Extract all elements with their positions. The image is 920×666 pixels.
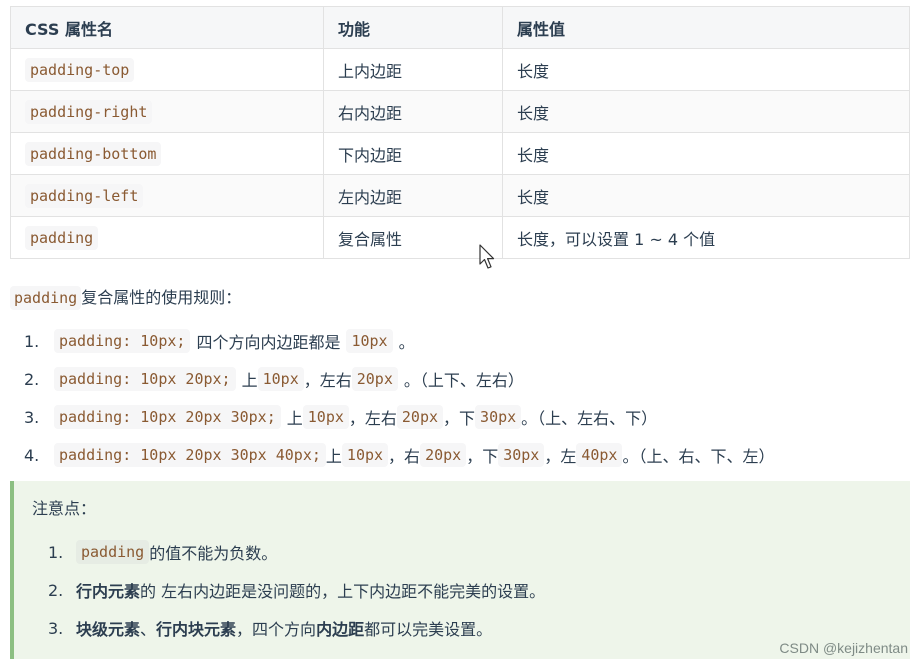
table-row: padding-left 左内边距 长度	[10, 174, 910, 217]
tip-text: 都可以完美设置。	[364, 620, 493, 639]
list-number: 2.	[48, 580, 64, 600]
value-code: 40px	[576, 443, 623, 467]
rule-code: padding: 10px 20px;	[54, 367, 236, 391]
rule-code: padding: 10px 20px 30px 40px;	[54, 443, 326, 467]
tip-box: 注意点： 1. padding 的值不能为负数。 2. 行内元素 的 左右内边距…	[10, 481, 910, 659]
value-code: 10px	[257, 367, 304, 391]
header-property-value: 属性值	[502, 6, 910, 49]
cell-function: 下内边距	[323, 132, 503, 175]
list-number: 2.	[24, 369, 40, 389]
tip-code: padding	[76, 540, 150, 564]
table-header-row: CSS 属性名 功能 属性值	[10, 6, 910, 49]
property-code: padding-right	[25, 100, 153, 124]
cell-value: 长度	[502, 48, 910, 91]
header-function: 功能	[323, 6, 503, 49]
list-number: 3.	[24, 407, 40, 427]
cell-function: 左内边距	[323, 174, 503, 217]
cell-value: 长度，可以设置 1 ~ 4 个值	[502, 216, 910, 259]
value-code: 20px	[396, 405, 444, 429]
table-row: padding-top 上内边距 长度	[10, 48, 910, 91]
table-row: padding 复合属性 长度，可以设置 1 ~ 4 个值	[10, 216, 910, 259]
intro-code: padding	[10, 286, 82, 310]
property-code: padding	[25, 226, 99, 250]
cell-value: 长度	[502, 90, 910, 133]
cell-value: 长度	[502, 132, 910, 175]
rule-text: ，左右	[303, 371, 352, 390]
rule-code: padding: 10px;	[54, 329, 191, 353]
property-code: padding-top	[25, 58, 135, 82]
rule-text: 上	[325, 447, 342, 466]
cell-property: padding-top	[10, 48, 324, 91]
cell-property: padding-right	[10, 90, 324, 133]
tip-bold: 块级元素	[76, 620, 141, 639]
value-code: 10px	[341, 443, 389, 467]
list-number: 1.	[48, 542, 64, 562]
list-item: 1. padding 的值不能为负数。	[48, 533, 545, 571]
property-code: padding-bottom	[25, 142, 162, 166]
value-code: 10px	[302, 405, 349, 429]
rule-text: ，下	[466, 447, 499, 466]
cell-function: 复合属性	[323, 216, 503, 259]
rule-text: 。	[398, 333, 415, 352]
tip-text: 的值不能为负数。	[149, 544, 278, 563]
tip-text: 的 左右内边距是没问题的，上下内边距不能完美的设置。	[140, 582, 546, 601]
property-code: padding-left	[25, 184, 144, 208]
list-number: 4.	[24, 445, 40, 465]
list-item: 1. padding: 10px; 四个方向内边距都是 10px 。	[24, 322, 774, 360]
table-row: padding-bottom 下内边距 长度	[10, 132, 910, 175]
css-properties-table: CSS 属性名 功能 属性值 padding-top 上内边距 长度 paddi…	[10, 6, 910, 259]
tip-bold: 行内元素	[76, 582, 141, 601]
tip-bold: 内边距	[316, 620, 365, 639]
rule-text: ，左	[544, 447, 577, 466]
header-property-name: CSS 属性名	[10, 6, 324, 49]
list-number: 3.	[48, 618, 64, 638]
cell-property: padding	[10, 216, 324, 259]
value-code: 30px	[475, 405, 522, 429]
rule-text: ，右	[388, 447, 421, 466]
mouse-cursor-icon	[479, 244, 495, 269]
list-number: 1.	[24, 331, 40, 351]
watermark: CSDN @kejizhentan	[779, 640, 908, 656]
list-item: 2. padding: 10px 20px; 上 10px ，左右 20px 。…	[24, 360, 774, 398]
cell-function: 右内边距	[323, 90, 503, 133]
padding-rules-list: 1. padding: 10px; 四个方向内边距都是 10px 。 2. pa…	[24, 322, 774, 474]
cell-value: 长度	[502, 174, 910, 217]
cell-function: 上内边距	[323, 48, 503, 91]
tip-text: ，四个方向	[236, 620, 317, 639]
rule-text: ，下	[443, 409, 476, 428]
rule-text: 。（上、左右、下）	[521, 409, 658, 428]
intro-text: 复合属性的使用规则：	[81, 288, 242, 307]
value-code: 30px	[498, 443, 545, 467]
rule-text: 上	[241, 371, 258, 390]
rule-text: 上	[286, 409, 303, 428]
tip-bold: 行内块元素	[156, 620, 237, 639]
value-code: 10px	[346, 329, 393, 353]
cell-property: padding-left	[10, 174, 324, 217]
cell-property: padding-bottom	[10, 132, 324, 175]
list-item: 3. 块级元素 、 行内块元素 ，四个方向 内边距 都可以完美设置。	[48, 609, 545, 647]
list-item: 2. 行内元素 的 左右内边距是没问题的，上下内边距不能完美的设置。	[48, 571, 545, 609]
rule-text: 。（上、右、下、左）	[622, 447, 775, 466]
tip-list: 1. padding 的值不能为负数。 2. 行内元素 的 左右内边距是没问题的…	[48, 533, 545, 647]
table-row: padding-right 右内边距 长度	[10, 90, 910, 133]
rule-text: 四个方向内边距都是	[196, 333, 341, 352]
value-code: 20px	[420, 443, 467, 467]
value-code: 20px	[351, 367, 398, 391]
list-item: 3. padding: 10px 20px 30px; 上 10px ，左右 2…	[24, 398, 774, 436]
list-item: 4. padding: 10px 20px 30px 40px; 上 10px …	[24, 436, 774, 474]
rule-text: 。（上下、左右）	[403, 371, 524, 390]
compound-rule-intro: padding 复合属性的使用规则：	[10, 284, 242, 310]
tip-separator: 、	[140, 620, 157, 639]
tip-title: 注意点：	[32, 499, 97, 518]
rule-text: ，左右	[348, 409, 397, 428]
rule-code: padding: 10px 20px 30px;	[54, 405, 281, 429]
